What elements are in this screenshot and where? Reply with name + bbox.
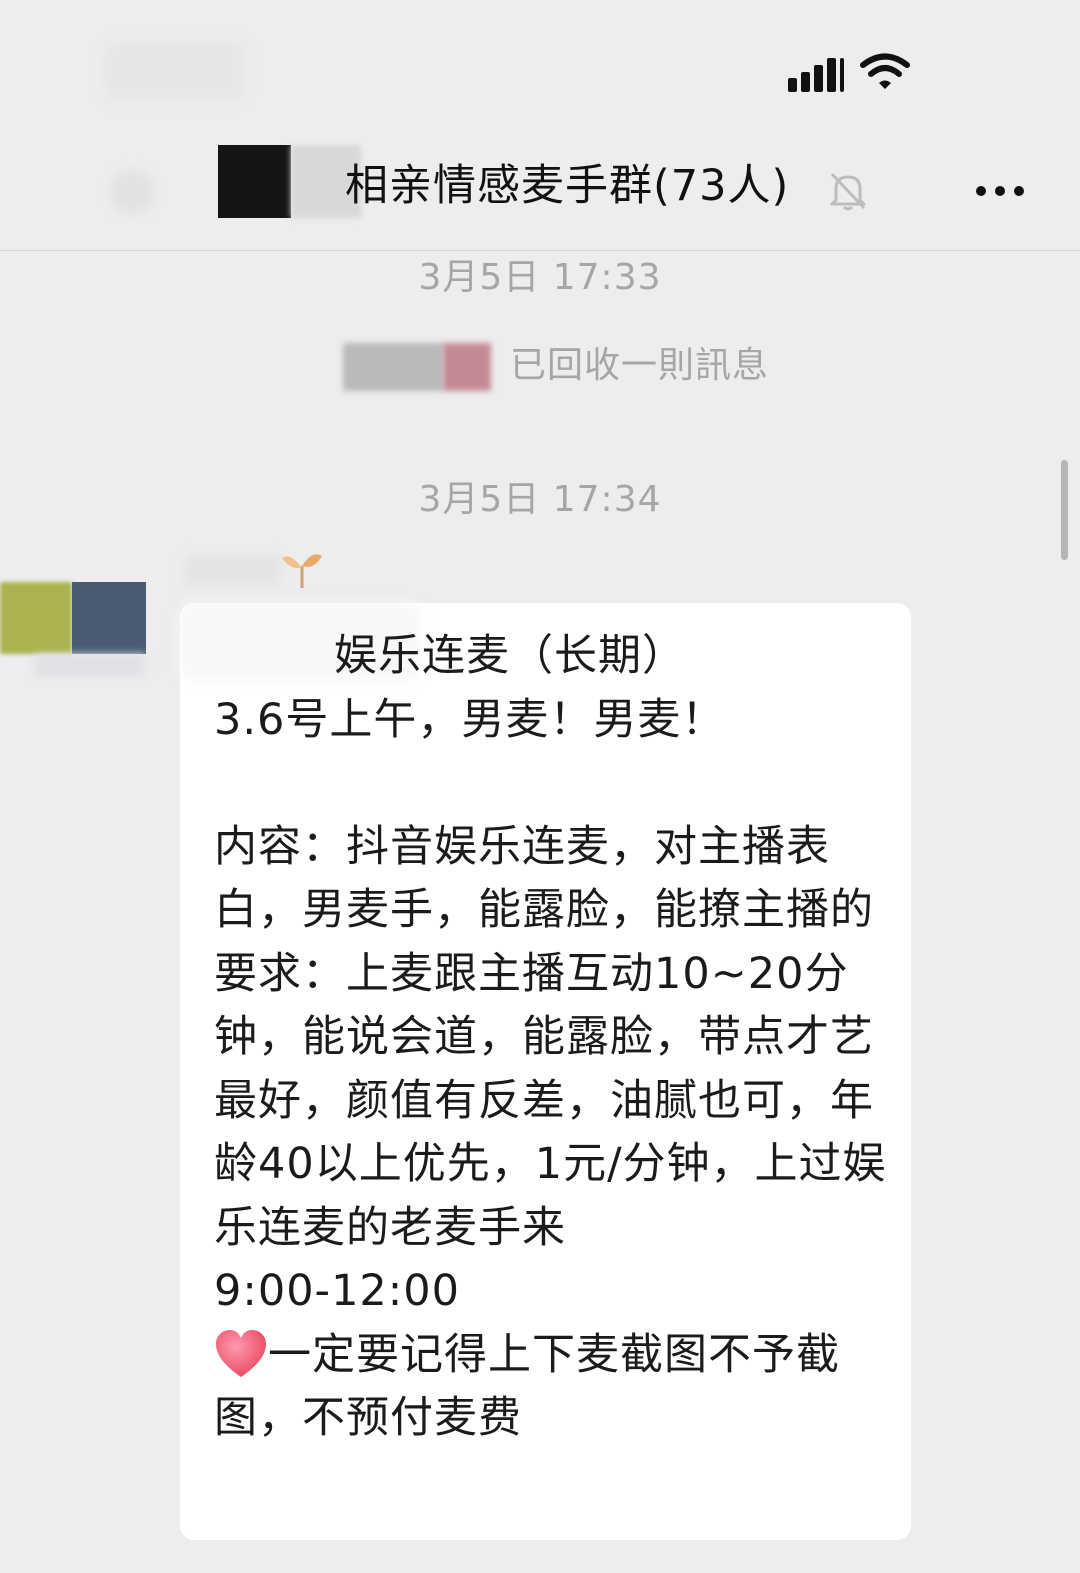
message-timestamp: 3月5日 17:34: [418, 479, 662, 520]
redaction-block: [343, 343, 443, 391]
heart-emoji-icon: [216, 1329, 266, 1377]
message-line: 9:00-12:00: [214, 1266, 460, 1316]
status-time-redacted: [105, 42, 245, 100]
scrollbar[interactable]: [1061, 460, 1068, 560]
message-paragraph: 内容：抖音娱乐连麦，对主播表白，男麦手，能露脸，能撩主播的: [214, 821, 874, 936]
message-line: 娱乐连麦（长期）: [334, 631, 686, 681]
recall-notice: 已回收一則訊息: [300, 338, 820, 394]
message-timestamp: 3月5日 17:33: [418, 257, 662, 298]
sender-name-redacted: [185, 555, 280, 585]
avatar[interactable]: [0, 582, 72, 654]
message-bubble[interactable]: 娱乐连麦（长期） 3.6号上午，男麦！男麦！ 内容：抖音娱乐连麦，对主播表白，男…: [180, 603, 911, 1540]
more-dots-icon[interactable]: [970, 172, 1030, 208]
message-paragraph: 一定要记得上下麦截图不予截图，不预付麦费: [214, 1329, 840, 1444]
message-paragraph: 要求：上麦跟主播互动10~20分钟，能说会道，能露脸，带点才艺最好，颜值有反差，…: [214, 948, 887, 1253]
chat-header: 相亲情感麦手群(73人): [0, 130, 1080, 251]
back-icon[interactable]: [110, 170, 154, 214]
avatar[interactable]: [72, 582, 146, 654]
wifi-icon: [860, 53, 910, 89]
status-bar: [0, 0, 1080, 130]
avatar-shadow: [35, 654, 145, 676]
redaction-block: [443, 343, 491, 391]
mute-bell-icon: [830, 172, 866, 211]
message-text: 娱乐连麦（长期） 3.6号上午，男麦！男麦！ 内容：抖音娱乐连麦，对主播表白，男…: [214, 625, 894, 1451]
cellular-signal-icon: [788, 52, 844, 92]
recall-notice-text: 已回收一則訊息: [510, 345, 770, 386]
redaction-block: [218, 145, 291, 218]
chat-title[interactable]: 相亲情感麦手群(73人): [345, 156, 789, 216]
sprout-icon: [282, 554, 322, 588]
message-line: 3.6号上午，男麦！男麦！: [214, 694, 726, 745]
